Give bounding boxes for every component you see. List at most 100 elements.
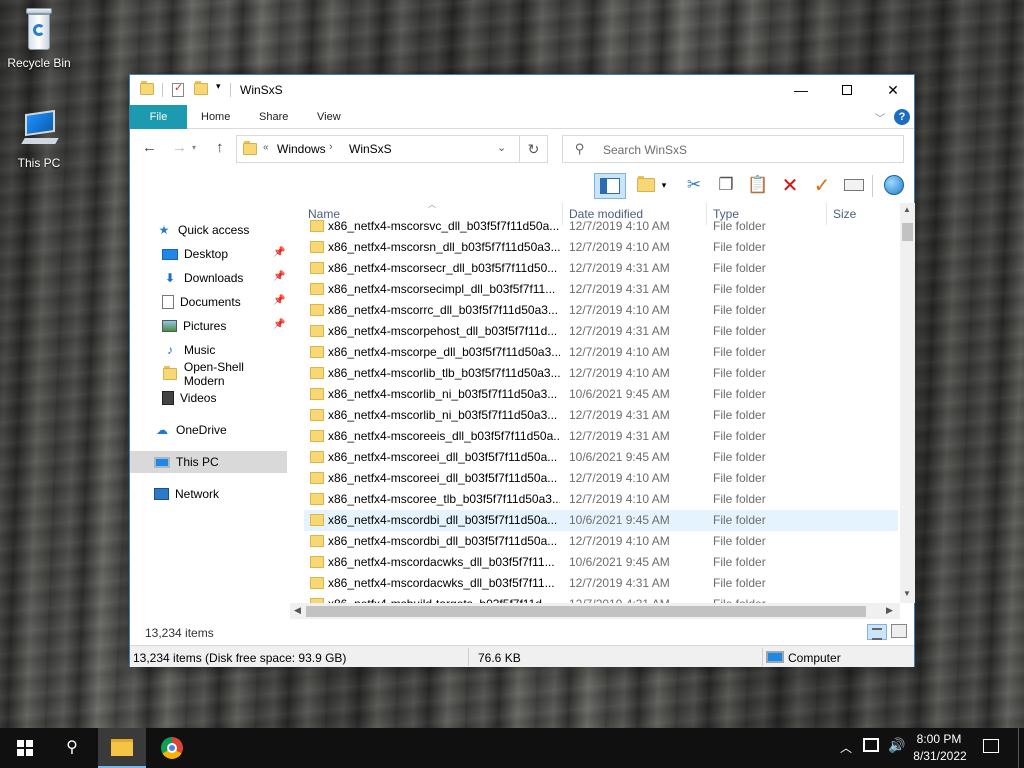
- maximize-button[interactable]: [824, 75, 870, 105]
- sidebar-item-videos[interactable]: Videos: [130, 387, 287, 409]
- new-item-dropdown-icon[interactable]: ▾: [658, 173, 670, 197]
- scrollbar-thumb[interactable]: [306, 606, 866, 617]
- file-date-modified: 10/6/2021 9:45 AM: [569, 387, 670, 401]
- taskbar-chrome-button[interactable]: [148, 728, 196, 768]
- start-button[interactable]: [0, 728, 48, 768]
- scroll-left-arrow-icon[interactable]: ◀: [294, 605, 301, 616]
- details-view-button[interactable]: [867, 624, 887, 640]
- file-explorer-window: ▾ WinSxS — ✕ File Home Share View ﹀ ? ← …: [129, 74, 915, 667]
- table-row[interactable]: x86_netfx4-mscordacwks_dll_b03f5f7f11...…: [304, 573, 898, 594]
- table-row[interactable]: x86_netfx4-mscorsecr_dll_b03f5f7f11d50..…: [304, 258, 898, 279]
- chrome-icon: [161, 737, 183, 759]
- table-row[interactable]: x86_netfx4-mscorrc_dll_b03f5f7f11d50a3..…: [304, 300, 898, 321]
- sidebar-item-this-pc[interactable]: This PC: [130, 451, 287, 473]
- table-row[interactable]: x86_netfx4-mscorsecimpl_dll_b03f5f7f11..…: [304, 279, 898, 300]
- properties-check-icon[interactable]: ✓: [810, 173, 834, 197]
- horizontal-scrollbar[interactable]: ◀ ▶: [290, 603, 900, 619]
- show-hidden-icons-chevron-icon[interactable]: ︿: [840, 739, 852, 756]
- table-row[interactable]: x86_netfx4-mscorsn_dll_b03f5f7f11d50a3..…: [304, 237, 898, 258]
- title-bar[interactable]: ▾ WinSxS — ✕: [130, 75, 914, 105]
- back-arrow-icon[interactable]: ←: [142, 139, 157, 156]
- network-tray-icon[interactable]: [863, 738, 879, 752]
- cut-icon[interactable]: ✂: [682, 173, 706, 197]
- sidebar-item-documents[interactable]: Documents 📌: [130, 291, 287, 313]
- scrollbar-thumb[interactable]: [902, 223, 913, 241]
- up-arrow-icon[interactable]: ↑: [216, 139, 224, 156]
- table-row[interactable]: x86_netfx4-mscoreeis_dll_b03f5f7f11d50a.…: [304, 426, 898, 447]
- pin-icon[interactable]: 📌: [273, 295, 285, 306]
- new-folder-quick-icon[interactable]: [194, 83, 208, 95]
- table-row[interactable]: x86_netfx4-mscorpehost_dll_b03f5f7f11d..…: [304, 321, 898, 342]
- sidebar-item-music[interactable]: ♪ Music: [130, 339, 287, 361]
- minimize-button[interactable]: —: [778, 75, 824, 105]
- vertical-scrollbar[interactable]: ▲ ▼: [900, 203, 915, 603]
- copy-icon[interactable]: ❐: [714, 173, 738, 197]
- sidebar-item-onedrive[interactable]: ☁ OneDrive: [130, 419, 287, 441]
- close-button[interactable]: ✕: [870, 75, 916, 105]
- table-row[interactable]: x86_netfx4-mscoreei_dll_b03f5f7f11d50a..…: [304, 468, 898, 489]
- file-type: File folder: [713, 345, 766, 359]
- sidebar-item-pictures[interactable]: Pictures 📌: [130, 315, 287, 337]
- table-row[interactable]: x86_netfx4-mscorlib_ni_b03f5f7f11d50a3..…: [304, 384, 898, 405]
- pin-icon[interactable]: 📌: [273, 319, 285, 330]
- this-pc-desktop-icon[interactable]: This PC: [1, 108, 77, 170]
- download-arrow-icon: ⬇: [164, 271, 176, 285]
- scroll-up-arrow-icon[interactable]: ▲: [903, 205, 911, 214]
- volume-icon[interactable]: 🔊: [888, 737, 905, 754]
- navigation-pane: ★ Quick access Desktop 📌 ⬇ Downloads 📌 D…: [130, 203, 290, 611]
- expand-ribbon-chevron-icon[interactable]: ﹀: [875, 110, 885, 125]
- recycle-bin-desktop-icon[interactable]: Recycle Bin: [1, 6, 77, 70]
- clock-date[interactable]: 8/31/2022: [911, 749, 969, 763]
- table-row[interactable]: x86_netfx4-mscoreei_dll_b03f5f7f11d50a..…: [304, 447, 898, 468]
- refresh-button[interactable]: ↻: [520, 135, 548, 163]
- table-row[interactable]: x86_netfx4-mscordbi_dll_b03f5f7f11d50a..…: [304, 531, 898, 552]
- globe-icon[interactable]: [882, 173, 906, 197]
- address-dropdown-icon[interactable]: ⌄: [497, 141, 506, 154]
- show-desktop-button[interactable]: [1018, 728, 1024, 768]
- folder-icon: [310, 367, 324, 379]
- table-row[interactable]: x86_netfx4-mscordacwks_dll_b03f5f7f11...…: [304, 552, 898, 573]
- breadcrumb-windows[interactable]: Windows: [277, 142, 326, 156]
- breadcrumb-winsxs[interactable]: WinSxS: [349, 142, 392, 156]
- table-row[interactable]: x86_netfx4-mscorpe_dll_b03f5f7f11d50a3..…: [304, 342, 898, 363]
- action-center-icon[interactable]: [983, 739, 999, 753]
- navigation-pane-toggle-button[interactable]: [594, 173, 626, 199]
- sidebar-item-network[interactable]: Network: [130, 483, 287, 505]
- tab-home[interactable]: Home: [187, 105, 244, 129]
- table-row[interactable]: x86_netfx4-mscorlib_tlb_b03f5f7f11d50a3.…: [304, 363, 898, 384]
- properties-quick-icon[interactable]: [172, 81, 184, 97]
- forward-arrow-icon[interactable]: →: [172, 139, 187, 156]
- scroll-right-arrow-icon[interactable]: ▶: [886, 605, 893, 616]
- clock-time[interactable]: 8:00 PM: [914, 732, 964, 746]
- table-row[interactable]: x86_netfx4-mscorlib_ni_b03f5f7f11d50a3..…: [304, 405, 898, 426]
- large-icons-view-button[interactable]: [891, 624, 907, 638]
- tab-file[interactable]: File: [130, 105, 187, 129]
- table-row[interactable]: x86_netfx4-mscordbi_dll_b03f5f7f11d50a..…: [304, 510, 898, 531]
- delete-icon[interactable]: ✕: [778, 173, 802, 197]
- recent-locations-chevron-icon[interactable]: ▾: [192, 143, 196, 152]
- file-type: File folder: [713, 303, 766, 317]
- help-icon[interactable]: ?: [894, 109, 910, 125]
- taskbar-search-icon[interactable]: ⚲: [48, 728, 96, 768]
- sidebar-item-quick-access[interactable]: ★ Quick access: [130, 219, 287, 241]
- address-overflow-icon[interactable]: «: [263, 142, 269, 153]
- quick-access-dropdown-icon[interactable]: ▾: [216, 81, 221, 92]
- folder-icon: [310, 577, 324, 589]
- rename-icon[interactable]: [842, 173, 866, 197]
- sidebar-item-open-shell-modern[interactable]: Open-Shell Modern: [130, 360, 287, 388]
- search-input[interactable]: ⚲ Search WinSxS: [562, 135, 904, 163]
- pin-icon[interactable]: 📌: [273, 247, 285, 258]
- tab-view[interactable]: View: [303, 105, 355, 129]
- table-row[interactable]: x86_netfx4-mscoree_tlb_b03f5f7f11d50a3..…: [304, 489, 898, 510]
- sidebar-item-desktop[interactable]: Desktop 📌: [130, 243, 287, 265]
- breadcrumb-separator-icon[interactable]: ›: [329, 141, 333, 153]
- table-row[interactable]: x86_netfx4-mscorsvc_dll_b03f5f7f11d50a..…: [304, 216, 898, 237]
- paste-icon[interactable]: 📋: [746, 173, 770, 197]
- tab-share[interactable]: Share: [245, 105, 302, 129]
- pin-icon[interactable]: 📌: [273, 271, 285, 282]
- scroll-down-arrow-icon[interactable]: ▼: [903, 589, 911, 598]
- taskbar-file-explorer-button[interactable]: [98, 728, 146, 768]
- sidebar-item-downloads[interactable]: ⬇ Downloads 📌: [130, 267, 287, 289]
- address-bar[interactable]: « Windows › WinSxS ⌄: [236, 135, 520, 163]
- new-folder-button[interactable]: [634, 173, 658, 197]
